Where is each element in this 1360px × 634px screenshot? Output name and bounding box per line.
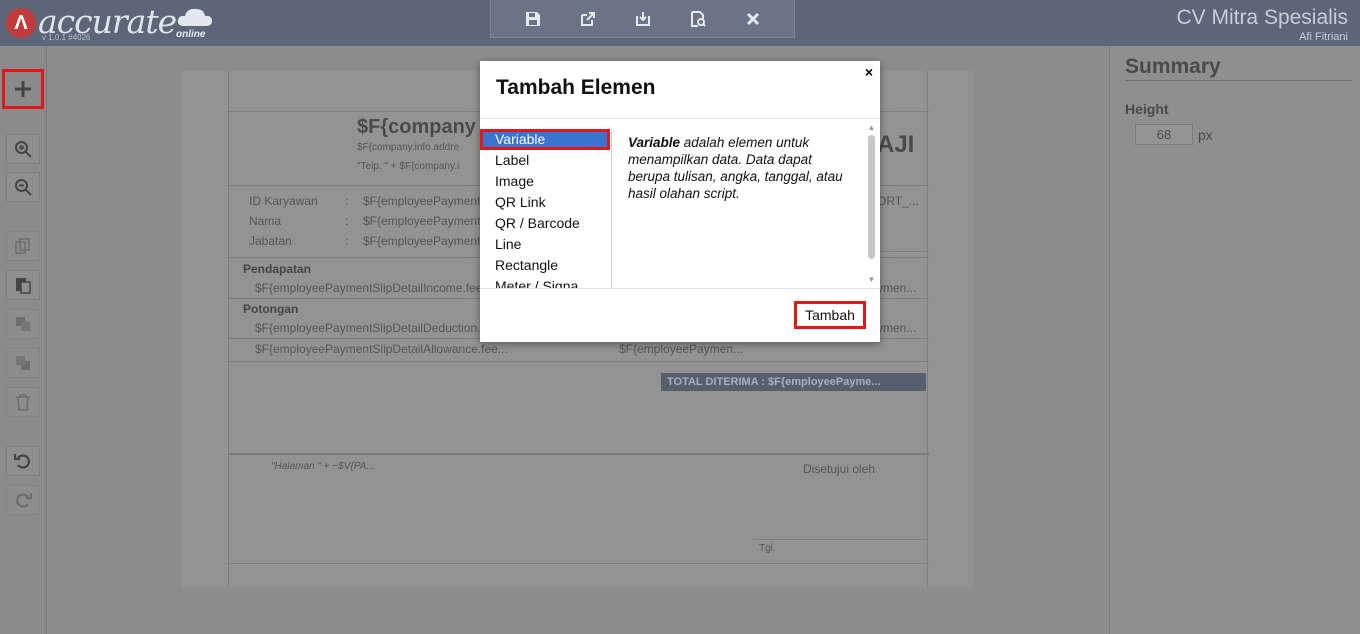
band-divider xyxy=(229,563,929,564)
add-button[interactable]: Tambah xyxy=(794,301,866,329)
element-type-list[interactable]: Variable Label Image QR Link QR / Barcod… xyxy=(480,129,612,288)
close-button[interactable] xyxy=(740,6,766,32)
preview-button[interactable] xyxy=(685,6,711,32)
add-element-dialog: Tambah Elemen × Variable Label Image QR … xyxy=(480,61,880,342)
income-row-field[interactable]: $F{employeePaymentSlipDetailIncome.fee xyxy=(255,281,482,295)
copy-button[interactable] xyxy=(6,231,40,261)
approved-label[interactable]: Disetujui oleh xyxy=(803,462,875,476)
save-icon xyxy=(525,11,540,26)
date-label[interactable]: Tgl. xyxy=(759,543,776,554)
redo-button[interactable] xyxy=(6,485,40,515)
redo-icon xyxy=(16,493,32,508)
company-info: CV Mitra Spesialis Afi Fitriani xyxy=(1176,6,1348,43)
divider xyxy=(480,288,880,289)
element-option-meterai[interactable]: Meter / Signa xyxy=(480,276,611,288)
element-option-qr-link[interactable]: QR Link xyxy=(480,192,611,213)
field-label-name[interactable]: Nama xyxy=(249,214,281,228)
element-option-image[interactable]: Image xyxy=(480,171,611,192)
height-input[interactable]: 68 xyxy=(1135,124,1193,145)
app-version: v 1.0.1 #4026 xyxy=(42,33,91,42)
element-description: Variable adalah elemen untuk menampilkan… xyxy=(628,134,856,202)
dialog-title: Tambah Elemen xyxy=(496,76,656,99)
sort-field[interactable]: ORT_... xyxy=(877,194,919,208)
company-name: CV Mitra Spesialis xyxy=(1176,6,1348,29)
scroll-down-icon[interactable]: ▼ xyxy=(867,275,876,284)
logo-sub: online xyxy=(176,29,206,40)
signature-line xyxy=(753,539,927,540)
page-number-field[interactable]: "Halaman " + ~$V{PA... xyxy=(271,461,375,472)
bring-front-button[interactable] xyxy=(6,309,40,339)
allowance-row-field[interactable]: $F{employeePaymentSlipDetailAllowance.fe… xyxy=(255,342,508,356)
summary-panel: Summary Height 68 px xyxy=(1109,46,1360,634)
height-unit: px xyxy=(1198,127,1213,143)
zoom-in-icon xyxy=(15,141,32,158)
export-icon xyxy=(580,11,595,26)
send-back-button[interactable] xyxy=(6,348,40,378)
potongan-label[interactable]: Potongan xyxy=(243,302,298,316)
close-icon xyxy=(746,12,759,25)
height-label: Height xyxy=(1125,101,1169,117)
bring-front-icon xyxy=(16,317,30,331)
income-amount-field[interactable]: ymen... xyxy=(877,281,916,295)
field-value-id[interactable]: $F{employeePayment xyxy=(363,194,480,208)
field-value-position[interactable]: $F{employeePayment xyxy=(363,234,480,248)
user-name: Afi Fitriani xyxy=(1299,31,1348,43)
field-label-position[interactable]: Jabatan xyxy=(249,234,292,248)
send-back-icon xyxy=(16,356,30,370)
zoom-out-button[interactable] xyxy=(6,172,40,202)
description-scrollbar[interactable]: ▲ ▼ xyxy=(867,123,876,287)
element-option-rectangle[interactable]: Rectangle xyxy=(480,255,611,276)
band-divider xyxy=(229,453,929,455)
zoom-out-icon xyxy=(15,179,32,196)
company-phone-field[interactable]: "Telp. " + $F{company.i xyxy=(357,161,459,172)
divider xyxy=(480,118,880,119)
company-address-field[interactable]: $F{company.info.addre xyxy=(357,142,459,153)
zoom-in-button[interactable] xyxy=(6,134,40,164)
scroll-up-icon[interactable]: ▲ xyxy=(867,123,876,132)
save-button[interactable] xyxy=(520,6,546,32)
field-label-id[interactable]: ID Karyawan xyxy=(249,194,318,208)
paste-button[interactable] xyxy=(6,270,40,300)
description-keyword: Variable xyxy=(628,135,681,150)
export-button[interactable] xyxy=(575,6,601,32)
deduction-amount-field[interactable]: ymen... xyxy=(877,321,916,335)
element-option-label[interactable]: Label xyxy=(480,150,611,171)
main-toolbar xyxy=(490,0,795,38)
cloud-icon xyxy=(177,8,212,26)
element-option-variable[interactable]: Variable xyxy=(480,129,610,150)
doc-title-field[interactable]: AJI xyxy=(877,131,914,159)
band-divider xyxy=(229,361,929,362)
logo-mark-icon: Λ xyxy=(6,8,36,38)
import-icon xyxy=(635,11,650,26)
left-sidebar xyxy=(0,46,47,634)
import-button[interactable] xyxy=(630,6,656,32)
paste-icon xyxy=(16,278,31,294)
element-option-line[interactable]: Line xyxy=(480,234,611,255)
copy-icon xyxy=(15,238,30,254)
plus-icon xyxy=(15,81,31,97)
delete-button[interactable] xyxy=(6,387,40,417)
allowance-amount-field[interactable]: $F{employeePaymen... xyxy=(619,342,743,356)
add-element-button[interactable] xyxy=(2,69,44,109)
top-bar: Λ accurate online v 1.0.1 #4026 CV Mitra… xyxy=(0,0,1360,46)
summary-title: Summary xyxy=(1125,55,1352,81)
total-received-field[interactable]: TOTAL DITERIMA : $F{employeePayme... xyxy=(661,373,926,391)
undo-icon xyxy=(14,454,30,469)
field-value-name[interactable]: $F{employeePayment xyxy=(363,214,480,228)
company-title-field[interactable]: $F{company xyxy=(357,116,476,139)
trash-icon xyxy=(16,394,30,411)
dialog-close-button[interactable]: × xyxy=(865,64,873,80)
pendapatan-label[interactable]: Pendapatan xyxy=(243,262,311,276)
preview-icon xyxy=(690,10,706,27)
scroll-thumb[interactable] xyxy=(868,135,875,259)
undo-button[interactable] xyxy=(6,446,40,476)
deduction-row-field[interactable]: $F{employeePaymentSlipDetailDeduction. xyxy=(255,321,480,335)
element-option-qr-barcode[interactable]: QR / Barcode xyxy=(480,213,611,234)
